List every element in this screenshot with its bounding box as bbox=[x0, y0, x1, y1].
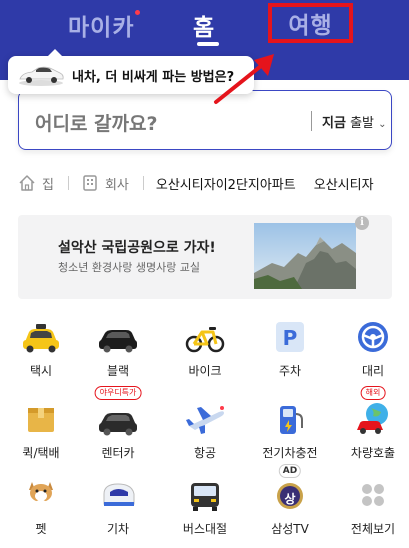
chevron-down-icon: ⌄ bbox=[378, 119, 387, 130]
service-ev-charging[interactable]: 전기차충전 bbox=[249, 400, 331, 461]
service-label: 항공 bbox=[193, 446, 217, 460]
tab-home-label: 홈 bbox=[193, 15, 216, 41]
search-divider bbox=[311, 111, 312, 131]
quick-office[interactable]: 회사 bbox=[81, 174, 129, 193]
service-taxi[interactable]: 택시 bbox=[0, 318, 82, 379]
service-label: 렌터카 bbox=[101, 446, 135, 460]
tab-mycar[interactable]: 마이카 bbox=[68, 8, 141, 42]
bus-icon bbox=[191, 483, 219, 511]
grid-dots-icon bbox=[362, 484, 384, 506]
quick-destinations: 집 회사 오산시티자이2단지아파트 오산시티자 bbox=[18, 170, 409, 196]
service-label: 주차 bbox=[278, 364, 302, 378]
service-rental-car[interactable]: 야우디특가 렌터카 bbox=[77, 386, 159, 461]
service-label: 전기차충전 bbox=[262, 446, 318, 460]
service-label: 전체보기 bbox=[350, 522, 396, 536]
service-label: 버스대절 bbox=[182, 522, 228, 536]
service-quick-delivery[interactable]: 퀵/택배 bbox=[0, 400, 82, 461]
taxi-icon bbox=[23, 324, 59, 353]
recent-destination[interactable]: 오산시티자 bbox=[314, 174, 374, 193]
tab-home[interactable]: 홈 bbox=[193, 8, 219, 46]
rental-car-icon bbox=[99, 413, 137, 436]
service-driver[interactable]: 대리 bbox=[332, 318, 409, 379]
award-mark: 상 bbox=[284, 492, 296, 506]
info-icon[interactable]: i bbox=[355, 216, 369, 230]
pet-dog-icon bbox=[29, 482, 53, 512]
active-tab-indicator bbox=[197, 42, 219, 46]
tab-travel-label: 여행 bbox=[288, 13, 333, 39]
mountain-photo bbox=[254, 223, 356, 289]
black-car-icon bbox=[99, 330, 137, 353]
service-car-hailing[interactable]: 해외 차량호출 bbox=[332, 386, 409, 461]
office-building-icon bbox=[83, 175, 97, 191]
steering-wheel-icon bbox=[358, 322, 388, 352]
separator bbox=[142, 176, 144, 190]
bike-icon bbox=[185, 327, 225, 353]
service-bus-charter[interactable]: 버스대절 bbox=[164, 476, 246, 537]
destination-search[interactable]: 어디로 갈까요? 지금 출발 ⌄ bbox=[18, 90, 392, 150]
service-label: 대리 bbox=[361, 364, 385, 378]
ev-charger-icon bbox=[280, 406, 303, 434]
recent-destination[interactable]: 오산시티자이2단지아파트 bbox=[156, 174, 296, 193]
service-bike[interactable]: 바이크 bbox=[164, 318, 246, 379]
service-label: 바이크 bbox=[188, 364, 222, 378]
tab-travel[interactable]: 여행 bbox=[268, 3, 353, 43]
service-samsung-tv[interactable]: AD 상 삼성TV bbox=[249, 464, 331, 537]
depart-label: 출발 bbox=[350, 116, 374, 131]
banner-title: 설악산 국립공원으로 가자! bbox=[58, 240, 216, 256]
service-label: 차량호출 bbox=[350, 446, 396, 460]
promo-badge: 야우디특가 bbox=[94, 386, 142, 400]
depart-time-selector[interactable]: 지금 출발 ⌄ bbox=[322, 112, 387, 131]
service-view-all[interactable]: 전체보기 bbox=[332, 476, 409, 537]
quick-office-label: 회사 bbox=[104, 177, 129, 193]
parcel-box-icon bbox=[28, 408, 54, 432]
new-dot-indicator bbox=[220, 406, 224, 410]
service-label: 펫 bbox=[35, 522, 47, 536]
service-label: 삼성TV bbox=[271, 522, 309, 536]
parking-icon: P bbox=[276, 322, 304, 352]
banner-subtitle: 청소년 환경사랑 생명사랑 교실 bbox=[58, 261, 201, 274]
service-label: 기차 bbox=[106, 522, 130, 536]
service-train[interactable]: 기차 bbox=[77, 476, 159, 537]
service-label: 블랙 bbox=[106, 364, 130, 378]
white-car-icon bbox=[19, 66, 64, 86]
global-car-icon bbox=[357, 403, 388, 434]
promo-banner[interactable]: 설악산 국립공원으로 가자! 청소년 환경사랑 생명사랑 교실 bbox=[18, 215, 392, 299]
new-dot-indicator bbox=[135, 10, 141, 15]
service-pet[interactable]: 펫 bbox=[0, 476, 82, 537]
service-parking[interactable]: P 주차 bbox=[249, 318, 331, 379]
search-placeholder: 어디로 갈까요? bbox=[35, 113, 158, 135]
service-flight[interactable]: 항공 bbox=[164, 400, 246, 461]
train-icon bbox=[103, 483, 135, 506]
separator bbox=[67, 176, 69, 190]
tab-mycar-label: 마이카 bbox=[68, 15, 135, 41]
overseas-badge: 해외 bbox=[360, 386, 386, 400]
service-label: 퀵/택배 bbox=[22, 446, 60, 460]
quick-home-label: 집 bbox=[42, 177, 54, 193]
red-arrow-annotation bbox=[214, 54, 274, 104]
quick-home[interactable]: 집 bbox=[18, 174, 54, 193]
svg-text:P: P bbox=[283, 326, 298, 350]
service-label: 택시 bbox=[29, 364, 53, 378]
home-icon bbox=[19, 175, 35, 191]
service-black[interactable]: 블랙 bbox=[77, 318, 159, 379]
depart-now-text: 지금 bbox=[322, 116, 346, 131]
